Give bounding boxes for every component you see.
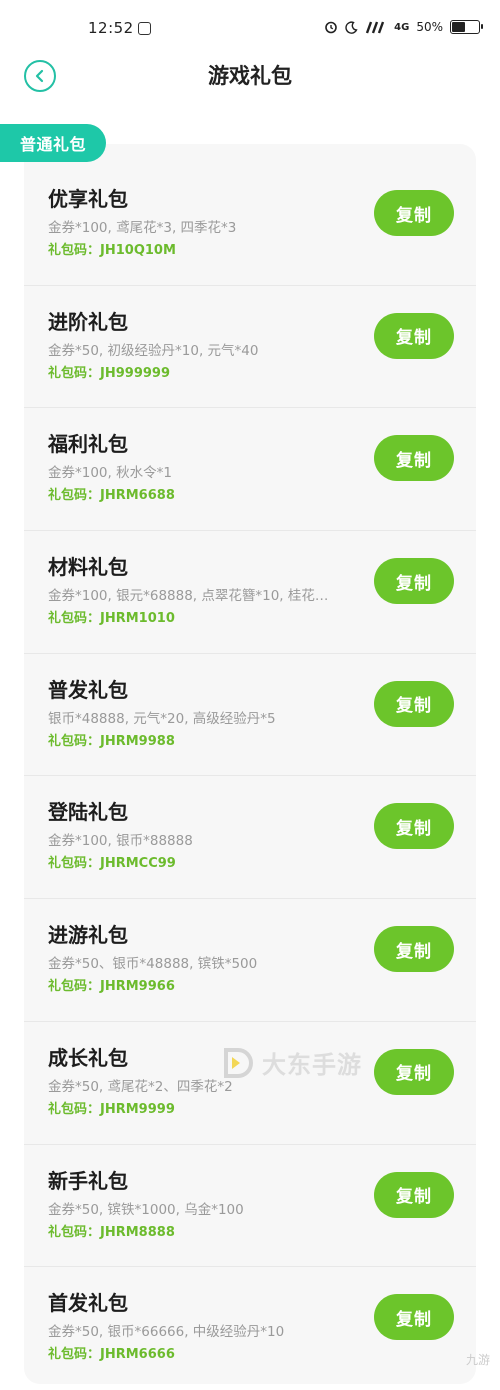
gift-item: 福利礼包金券*100, 秋水令*1 礼包码：JHRM6688 复制 xyxy=(24,408,476,532)
gift-name: 新手礼包 xyxy=(48,1168,128,1193)
gift-code: JHRM9988 xyxy=(100,733,175,749)
gift-code-row: 礼包码：JHRM9966 xyxy=(48,975,175,994)
gift-description: 金券*100, 鸢尾花*3, 四季花*3 xyxy=(48,220,237,236)
gift-item: 进游礼包金券*50、银币*48888, 镔铁*500 礼包码：JHRM9966 复制 xyxy=(24,899,476,1022)
copy-button[interactable]: 复制 xyxy=(374,926,454,973)
network-label: 4G xyxy=(394,21,410,33)
battery-icon xyxy=(450,20,483,34)
gift-description: 金券*50, 银币*66666, 中级经验丹*10 xyxy=(48,1324,285,1341)
copy-button[interactable]: 复制 xyxy=(374,680,454,727)
gift-name: 进游礼包 xyxy=(48,923,128,948)
gift-code-prefix: 礼包码： xyxy=(48,979,101,995)
battery-percent: 50% xyxy=(416,20,443,34)
gift-code: JHRM6688 xyxy=(100,488,175,504)
gift-code-row: 礼包码：JH999999 xyxy=(48,362,170,381)
gift-code-prefix: 礼包码： xyxy=(48,611,101,627)
gift-code: JHRM8888 xyxy=(100,1224,175,1240)
gift-description: 金券*100, 秋水令*1 xyxy=(48,465,172,482)
copy-button[interactable]: 复制 xyxy=(374,312,454,359)
gift-code: JHRM9966 xyxy=(100,979,175,995)
gift-description: 金券*50, 初级经验丹*10, 元气*40 xyxy=(48,342,259,359)
gift-item: 进阶礼包金券*50, 初级经验丹*10, 元气*40 礼包码：JH999999 复制 xyxy=(24,286,476,409)
gift-item: 成长礼包金券*50, 鸢尾花*2、四季花*2 礼包码：JHRM9999 复制 xyxy=(24,1022,476,1145)
gift-code-row: 礼包码：JHRM8888 xyxy=(48,1221,175,1240)
gift-name: 优享礼包 xyxy=(48,187,128,211)
gift-item: 普发礼包银币*48888, 元气*20, 高级经验丹*5 礼包码：JHRM9988… xyxy=(24,654,476,777)
gift-description: 金券*50, 镔铁*1000, 乌金*100 xyxy=(48,1201,244,1218)
corner-watermark: 九游 xyxy=(465,1353,490,1367)
gift-name: 成长礼包 xyxy=(48,1045,128,1070)
gift-description: 金券*50, 鸢尾花*2、四季花*2 xyxy=(48,1078,233,1095)
gift-code-prefix: 礼包码： xyxy=(48,1347,101,1363)
gift-code-row: 礼包码：JHRM9988 xyxy=(48,730,175,749)
gift-code-prefix: 礼包码： xyxy=(48,1224,101,1240)
copy-button[interactable]: 复制 xyxy=(374,1171,454,1218)
gift-name: 首发礼包 xyxy=(48,1291,128,1316)
gift-description: 银币*48888, 元气*20, 高级经验丹*5 xyxy=(48,710,276,727)
copy-button[interactable]: 复制 xyxy=(374,558,454,605)
gift-description: 金券*50、银币*48888, 镔铁*500 xyxy=(48,956,258,973)
gift-code: JHRMCC99 xyxy=(100,856,176,872)
gift-description: 金券*100, 银元*68888, 点翠花簪*10, 桂花… xyxy=(48,588,329,605)
moon-icon xyxy=(345,20,358,34)
battery-fill xyxy=(452,22,465,32)
gift-code: JHRM6666 xyxy=(100,1347,175,1363)
gift-code-row: 礼包码：JHRM9999 xyxy=(48,1098,175,1117)
gift-code-row: 礼包码：JHRM1010 xyxy=(48,607,175,626)
gift-item: 材料礼包金券*100, 银元*68888, 点翠花簪*10, 桂花… 礼包码：JH… xyxy=(24,531,476,654)
gift-code: JHRM9999 xyxy=(100,1101,175,1117)
gift-code-row: 礼包码：JHRM6688 xyxy=(48,484,175,503)
gift-code: JHRM1010 xyxy=(100,611,175,627)
gift-item: 登陆礼包金券*100, 银币*88888 礼包码：JHRMCC99 复制 xyxy=(24,776,476,900)
gift-item: 新手礼包金券*50, 镔铁*1000, 乌金*100 礼包码：JHRM8888 复制 xyxy=(24,1145,476,1268)
copy-button[interactable]: 复制 xyxy=(374,803,454,850)
gift-code-row: 礼包码：JHRM6666 xyxy=(48,1343,175,1362)
gift-name: 福利礼包 xyxy=(48,432,128,457)
gift-item: 优享礼包金券*100, 鸢尾花*3, 四季花*3 礼包码：JH10Q10M 复制 xyxy=(24,163,476,286)
gift-code-prefix: 礼包码： xyxy=(48,856,101,872)
gift-code-prefix: 礼包码： xyxy=(48,733,101,749)
alarm-icon xyxy=(325,21,337,34)
gift-list: 优享礼包 金券*100, 鸢尾花*3, 四季花*3 礼包码：JH10Q10M 复制 进阶… xyxy=(24,163,476,1390)
status-time: 12:52 xyxy=(88,19,134,37)
section-tab-normal-gifts[interactable]: 普通礼包 xyxy=(0,124,106,162)
gift-item: 首发礼包金券*50, 银币*66666, 中级经验丹*10 礼包码：JHRM666… xyxy=(24,1267,476,1390)
gift-code-prefix: 礼包码： xyxy=(48,243,101,258)
gift-name: 普发礼包 xyxy=(48,677,128,702)
copy-button[interactable]: 复制 xyxy=(374,190,454,236)
signal-icon xyxy=(366,21,385,33)
notification-icon xyxy=(138,22,151,35)
page-title: 游戏礼包 xyxy=(208,64,292,88)
gift-code-row: 礼包码：JHRMCC99 xyxy=(48,852,176,871)
gift-description: 金券*100, 银币*88888 xyxy=(48,833,193,850)
gift-code: JH999999 xyxy=(100,365,171,381)
copy-button[interactable]: 复制 xyxy=(374,1294,454,1341)
status-bar: 12:52 4G 50% xyxy=(0,0,500,60)
gift-name: 登陆礼包 xyxy=(48,800,128,825)
status-icons: 4G 50% xyxy=(324,20,483,34)
gift-code: JH10Q10M xyxy=(100,243,176,258)
copy-button[interactable]: 复制 xyxy=(374,435,454,482)
gift-name: 材料礼包 xyxy=(48,555,128,580)
copy-button[interactable]: 复制 xyxy=(374,1048,454,1095)
gift-code-prefix: 礼包码： xyxy=(48,488,101,504)
gift-code-prefix: 礼包码： xyxy=(48,365,101,381)
gift-code-row: 礼包码：JH10Q10M xyxy=(48,239,176,258)
gift-code-prefix: 礼包码： xyxy=(48,1101,101,1117)
gift-name: 进阶礼包 xyxy=(48,309,128,334)
